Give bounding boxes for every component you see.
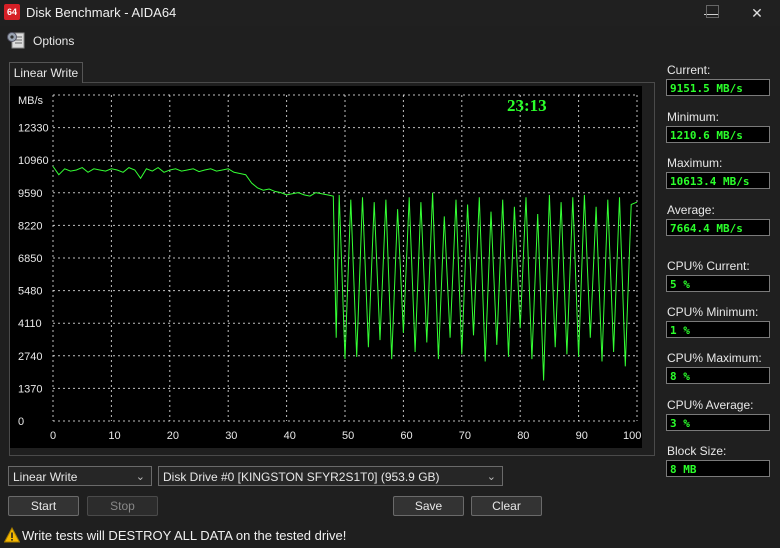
y-tick-label: 12330 (18, 123, 49, 135)
elapsed-time-label: 23:13 (507, 96, 547, 115)
stat-value: 10613.4 MB/s (666, 172, 770, 189)
stat-label: Average: (667, 203, 715, 217)
stat-value: 7664.4 MB/s (666, 219, 770, 236)
test-type-value: Linear Write (13, 470, 78, 484)
x-tick-label: 50 (342, 430, 354, 442)
stat-label: Current: (667, 63, 711, 77)
y-tick-label: 10960 (18, 155, 49, 167)
stat-label: CPU% Average: (667, 398, 754, 412)
stat-label: Block Size: (667, 444, 727, 458)
chevron-down-icon: ⌄ (135, 471, 145, 483)
stat-value: 1 % (666, 321, 770, 338)
x-tick-label: 30 (225, 430, 237, 442)
save-button[interactable]: Save (393, 496, 464, 516)
y-tick-label: 6850 (18, 253, 42, 265)
y-tick-label: 1370 (18, 383, 42, 395)
tab-linear-write[interactable]: Linear Write (9, 62, 83, 83)
x-tick-label: 70 (459, 430, 471, 442)
x-tick-label: 0 (50, 430, 56, 442)
stat-value: 9151.5 MB/s (666, 79, 770, 96)
y-tick-label: 4110 (18, 318, 42, 330)
stat-value: 3 % (666, 414, 770, 431)
stat-value: 8 MB (666, 460, 770, 477)
aida64-app-icon: 64 (4, 4, 20, 20)
start-button[interactable]: Start (8, 496, 79, 516)
window-title: Disk Benchmark - AIDA64 (26, 5, 177, 20)
y-tick-label: 9590 (18, 188, 42, 200)
warning-icon (4, 527, 20, 543)
x-tick-label: 10 (108, 430, 120, 442)
y-axis-unit-label: MB/s (18, 95, 44, 107)
x-tick-label: 20 (167, 430, 179, 442)
benchmark-chart: 013702740411054806850822095901096012330 … (10, 86, 642, 448)
y-tick-label: 5480 (18, 286, 42, 298)
options-gear-icon[interactable] (6, 30, 26, 50)
x-tick-label: 100 % (623, 430, 642, 442)
y-tick-label: 0 (18, 416, 24, 428)
clear-button[interactable]: Clear (471, 496, 542, 516)
drive-select[interactable]: Disk Drive #0 [KINGSTON SFYR2S1T0] (953.… (158, 466, 503, 486)
close-button[interactable]: ✕ (734, 0, 780, 26)
stat-value: 5 % (666, 275, 770, 292)
menu-bar (0, 28, 780, 54)
stat-label: CPU% Maximum: (667, 351, 762, 365)
y-tick-label: 2740 (18, 351, 42, 363)
stat-value: 1210.6 MB/s (666, 126, 770, 143)
drive-value: Disk Drive #0 [KINGSTON SFYR2S1T0] (953.… (163, 470, 440, 484)
stat-value: 8 % (666, 367, 770, 384)
stop-button[interactable]: Stop (87, 496, 158, 516)
y-tick-label: 8220 (18, 220, 42, 232)
x-tick-label: 60 (400, 430, 412, 442)
options-menu[interactable]: Options (33, 34, 74, 48)
x-tick-label: 80 (517, 430, 529, 442)
stat-label: CPU% Current: (667, 259, 750, 273)
x-tick-label: 40 (284, 430, 296, 442)
maximize-icon (706, 5, 719, 18)
stat-label: Minimum: (667, 110, 720, 124)
stat-label: Maximum: (667, 156, 723, 170)
test-type-select[interactable]: Linear Write ⌄ (8, 466, 152, 486)
warning-text: Write tests will DESTROY ALL DATA on the… (22, 528, 347, 543)
chevron-down-icon: ⌄ (486, 471, 496, 483)
x-tick-label: 90 (576, 430, 588, 442)
stat-label: CPU% Minimum: (667, 305, 759, 319)
